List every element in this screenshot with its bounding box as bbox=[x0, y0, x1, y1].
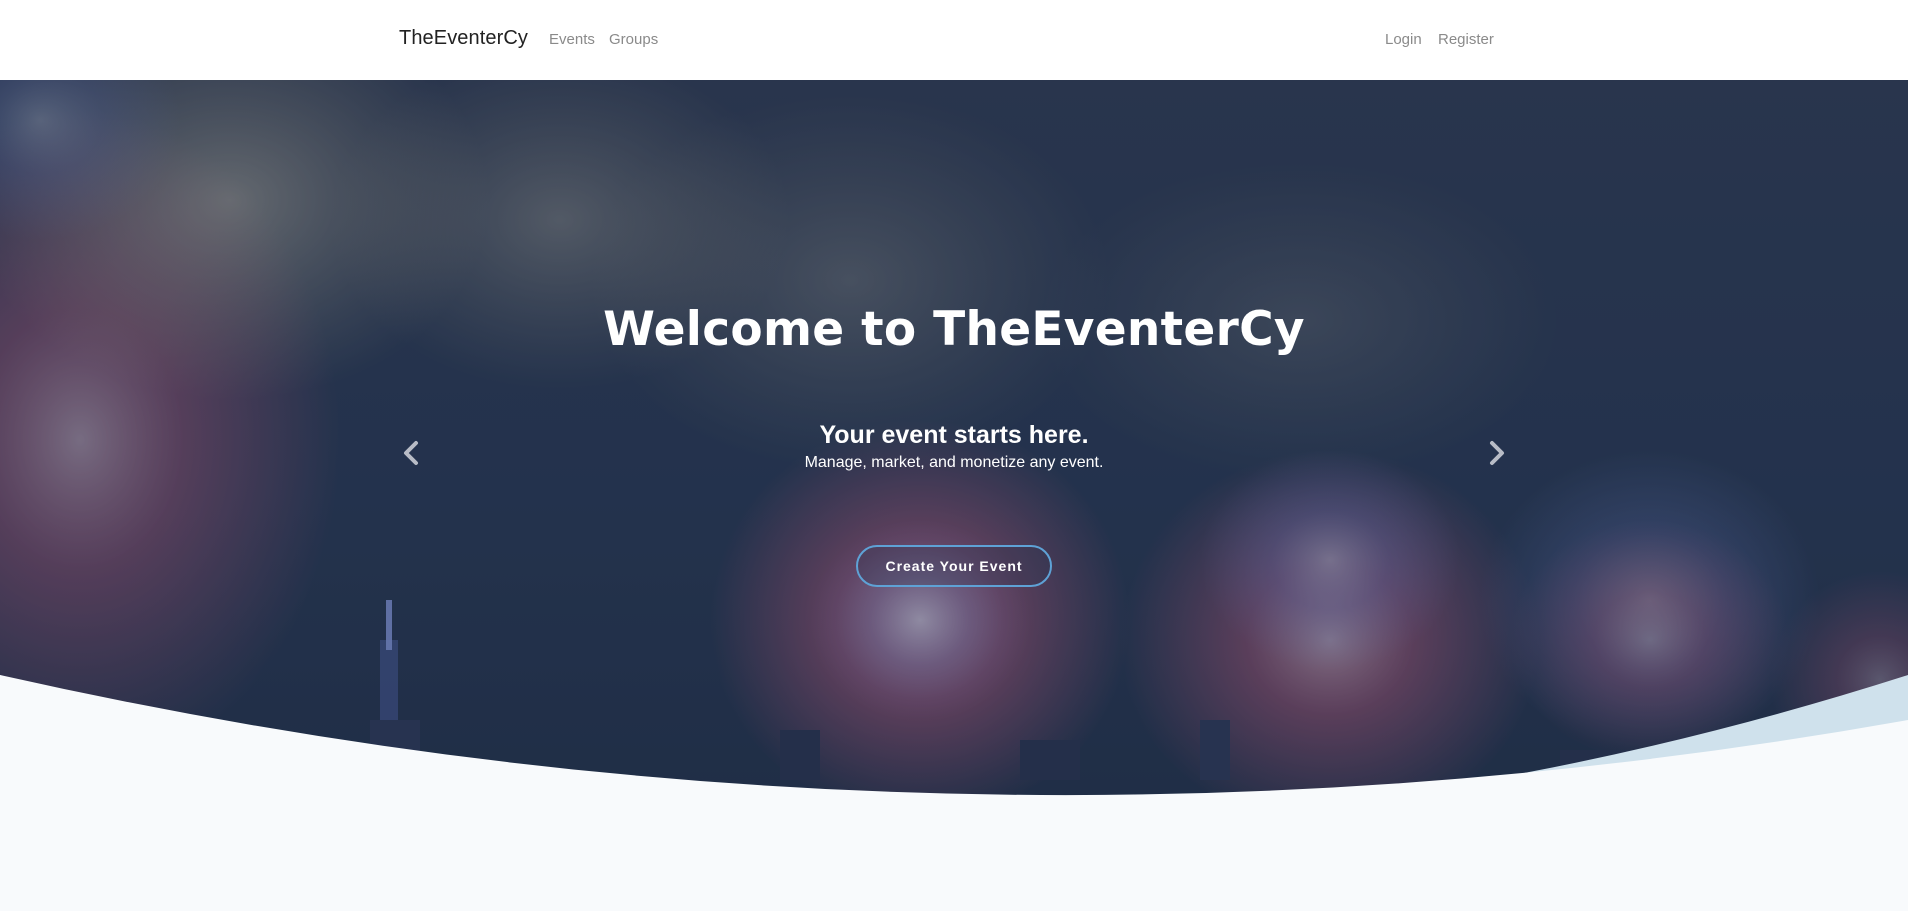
create-event-button[interactable]: Create Your Event bbox=[856, 545, 1052, 587]
nav-link-events[interactable]: Events bbox=[549, 31, 595, 48]
nav-link-register[interactable]: Register bbox=[1438, 31, 1494, 48]
carousel-prev-button[interactable] bbox=[396, 433, 426, 473]
chevron-right-icon bbox=[1490, 441, 1504, 465]
brand-logo-link[interactable]: TheEventerCy bbox=[399, 27, 528, 50]
nav-link-groups[interactable]: Groups bbox=[609, 31, 658, 48]
top-navbar: TheEventerCy Events Groups Login Registe… bbox=[0, 0, 1908, 80]
hero-background-image bbox=[0, 80, 1908, 911]
nav-link-login[interactable]: Login bbox=[1385, 31, 1422, 48]
hero-section: Welcome to TheEventerCy Your event start… bbox=[0, 80, 1908, 911]
hero-tagline: Manage, market, and monetize any event. bbox=[804, 454, 1104, 471]
hero-subtitle: Your event starts here. bbox=[819, 421, 1089, 449]
chevron-left-icon bbox=[404, 441, 418, 465]
hero-title: Welcome to TheEventerCy bbox=[603, 302, 1305, 357]
carousel-next-button[interactable] bbox=[1482, 433, 1512, 473]
